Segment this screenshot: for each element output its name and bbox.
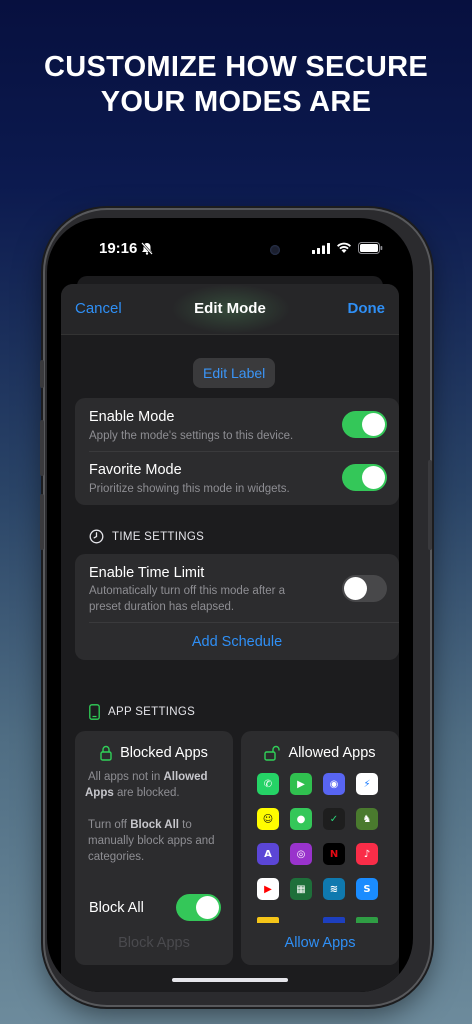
enable-mode-title: Enable Mode <box>89 409 175 425</box>
phone-icon <box>89 704 100 720</box>
desc-text: Turn off <box>88 819 131 831</box>
snapchat-app-icon[interactable]: ☺ <box>257 808 279 830</box>
divider <box>89 622 399 623</box>
allowed-apps-title: Allowed Apps <box>241 745 399 761</box>
time-limit-subtitle-1: Automatically turn off this mode after a <box>89 585 286 597</box>
clock-icon <box>89 529 104 544</box>
music-app-icon[interactable]: ♪ <box>356 843 378 865</box>
toggle-knob <box>362 466 385 489</box>
home-indicator <box>172 978 288 982</box>
app-settings-header: APP SETTINGS <box>89 704 195 720</box>
enable-mode-subtitle: Apply the mode's settings to this device… <box>89 430 294 442</box>
status-time: 19:16 <box>99 240 138 257</box>
blocked-apps-card: Blocked Apps All apps not in Allowed App… <box>75 731 233 965</box>
silent-bell-icon <box>141 242 153 255</box>
favorite-mode-title: Favorite Mode <box>89 462 182 478</box>
toggle-knob <box>196 896 219 919</box>
toggle-knob <box>344 577 367 600</box>
block-all-toggle[interactable] <box>176 894 221 921</box>
block-all-label: Block All <box>89 900 144 916</box>
time-limit-title: Enable Time Limit <box>89 565 205 581</box>
wifi-icon <box>337 242 351 253</box>
desc-text: are blocked. <box>113 787 180 799</box>
prime-video-app-icon[interactable]: ≋ <box>323 878 345 900</box>
phone-power-button <box>428 460 432 550</box>
phone-volume-up <box>40 420 44 476</box>
robinhood-app-icon[interactable]: ✓ <box>323 808 345 830</box>
phone-volume-down <box>40 494 44 550</box>
camera-icon <box>270 245 280 255</box>
enable-mode-toggle[interactable] <box>342 411 387 438</box>
allowed-apps-title-text: Allowed Apps <box>288 745 376 761</box>
blocked-apps-title: Blocked Apps <box>75 745 233 761</box>
headline: CUSTOMIZE HOW SECURE YOUR MODES ARE <box>0 50 472 120</box>
allowed-apps-card: Allowed Apps ✆ ▶ ◉ ⚡ ☺ ● ✓ ♞ A ◎ N ♪ ▶ ▦ ≋ S Allow Apps <box>241 731 399 965</box>
time-limit-subtitle-2: preset duration has elapsed. <box>89 601 235 613</box>
favorite-mode-toggle[interactable] <box>342 464 387 491</box>
messenger-app-icon[interactable]: ⚡ <box>356 773 378 795</box>
headline-line-1: CUSTOMIZE HOW SECURE <box>43 51 429 83</box>
youtube-app-icon[interactable]: ▶ <box>257 878 279 900</box>
netflix-app-icon[interactable]: N <box>323 843 345 865</box>
favorite-mode-subtitle: Prioritize showing this mode in widgets. <box>89 483 290 495</box>
nav-bar: Cancel Edit Mode Done <box>61 284 399 335</box>
cellular-signal-icon <box>312 242 330 254</box>
desc-bold: Apps <box>85 787 114 799</box>
add-schedule-button[interactable]: Add Schedule <box>75 634 399 650</box>
block-apps-button[interactable]: Block Apps <box>75 935 233 951</box>
favorite-mode-row: Favorite Mode Prioritize showing this mo… <box>75 451 399 505</box>
status-indicators <box>312 242 383 254</box>
allow-apps-button[interactable]: Allow Apps <box>241 935 399 951</box>
time-settings-label: TIME SETTINGS <box>112 530 205 543</box>
desc-text: All apps not in <box>88 771 164 783</box>
desc-bold: Allowed <box>163 771 208 783</box>
time-settings-header: TIME SETTINGS <box>89 529 204 544</box>
whatsapp-app-icon[interactable]: ✆ <box>257 773 279 795</box>
time-settings-card: Enable Time Limit Automatically turn off… <box>75 554 399 660</box>
altstore-app-icon[interactable]: A <box>257 843 279 865</box>
fifa-app-icon[interactable]: ▦ <box>290 878 312 900</box>
facetime-app-icon[interactable]: ▶ <box>290 773 312 795</box>
phone-screen: 19:16 Cancel Edit Mode Done Edit Label E… <box>47 218 413 992</box>
phone-action-button <box>40 360 44 388</box>
unlock-icon <box>264 745 281 761</box>
mode-settings-card: Enable Mode Apply the mode's settings to… <box>75 398 399 505</box>
blocked-apps-instructions: Turn off Block All to manually block app… <box>88 817 215 865</box>
messages-app-icon[interactable]: ● <box>290 808 312 830</box>
headline-line-2: YOUR MODES ARE <box>100 86 372 118</box>
shazam-app-icon[interactable]: S <box>356 878 378 900</box>
allowed-apps-grid: ✆ ▶ ◉ ⚡ ☺ ● ✓ ♞ A ◎ N ♪ ▶ ▦ ≋ S <box>257 773 387 900</box>
discord-app-icon[interactable]: ◉ <box>323 773 345 795</box>
edit-mode-sheet: Cancel Edit Mode Done Edit Label Enable … <box>61 284 399 992</box>
time-limit-toggle[interactable] <box>342 575 387 602</box>
game-app-icon[interactable]: ♞ <box>356 808 378 830</box>
blocked-apps-description: All apps not in Allowed Apps are blocked… <box>85 769 225 801</box>
podcasts-app-icon[interactable]: ◎ <box>290 843 312 865</box>
app-settings-label: APP SETTINGS <box>108 706 196 718</box>
lock-icon <box>100 745 112 761</box>
blocked-apps-title-text: Blocked Apps <box>120 745 208 761</box>
desc-bold: Block All <box>130 819 179 831</box>
battery-icon <box>358 242 383 254</box>
toggle-knob <box>362 413 385 436</box>
enable-mode-row: Enable Mode Apply the mode's settings to… <box>75 398 399 451</box>
done-button[interactable]: Done <box>348 300 386 317</box>
edit-label-button[interactable]: Edit Label <box>193 358 276 388</box>
